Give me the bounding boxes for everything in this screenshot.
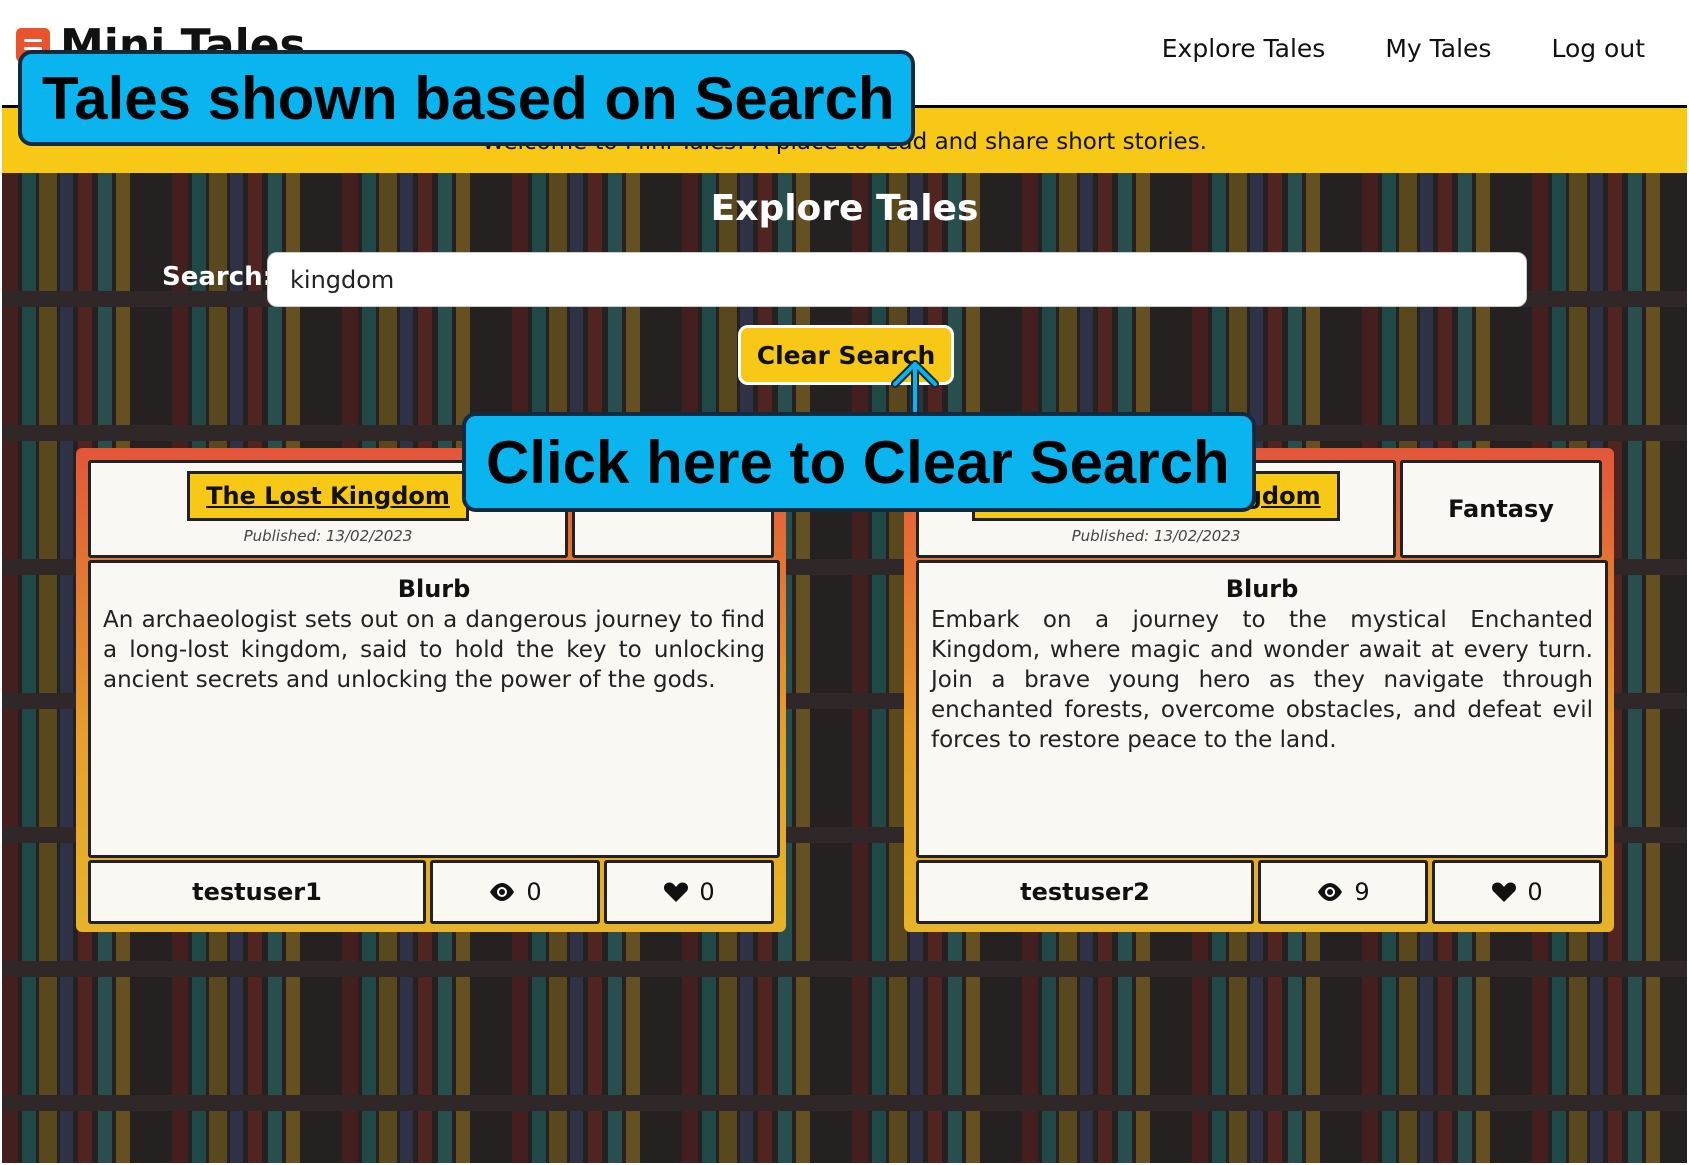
likes-count: 0: [1527, 878, 1543, 906]
callout-clear-search: Click here to Clear Search: [462, 412, 1256, 512]
views-count: 0: [526, 878, 542, 906]
search-input[interactable]: [267, 252, 1527, 307]
heart-icon[interactable]: [1491, 881, 1517, 903]
eye-icon: [1316, 882, 1344, 902]
main-nav: Explore Tales My Tales Log out: [1162, 34, 1645, 63]
views-count: 9: [1354, 878, 1370, 906]
nav-explore-tales[interactable]: Explore Tales: [1162, 34, 1326, 63]
tale-card: The Lost Kingdom Published: 13/02/2023 B…: [76, 448, 786, 932]
nav-log-out[interactable]: Log out: [1551, 34, 1645, 63]
blurb-text: Embark on a journey to the mystical Ench…: [931, 607, 1593, 753]
tale-blurb: Blurb Embark on a journey to the mystica…: [916, 560, 1608, 858]
arrow-up-icon: [891, 360, 939, 414]
blurb-heading: Blurb: [397, 575, 471, 603]
app-window: Mini Tales Explore Tales My Tales Log ou…: [2, 2, 1687, 1163]
page-title: Explore Tales: [710, 188, 979, 229]
tale-likes[interactable]: 0: [1432, 860, 1602, 924]
blurb-text: An archaeologist sets out on a dangerous…: [103, 607, 765, 693]
tale-views: 9: [1258, 860, 1428, 924]
search-label: Search:: [162, 262, 274, 292]
tale-views: 0: [430, 860, 600, 924]
tale-card: The Enchanted Kingdom Published: 13/02/2…: [904, 448, 1614, 932]
blurb-heading: Blurb: [1225, 575, 1299, 603]
likes-count: 0: [699, 878, 715, 906]
callout-search-results: Tales shown based on Search: [18, 50, 915, 146]
tale-author[interactable]: testuser1: [88, 860, 426, 924]
nav-my-tales[interactable]: My Tales: [1385, 34, 1491, 63]
heart-icon[interactable]: [663, 881, 689, 903]
tale-likes[interactable]: 0: [604, 860, 774, 924]
tale-published-date: Published: 13/02/2023: [1071, 527, 1241, 545]
tale-blurb: Blurb An archaeologist sets out on a dan…: [88, 560, 780, 858]
eye-icon: [488, 882, 516, 902]
tale-author[interactable]: testuser2: [916, 860, 1254, 924]
tale-genre: Fantasy: [1400, 460, 1602, 558]
tale-published-date: Published: 13/02/2023: [243, 527, 413, 545]
tale-title-link[interactable]: The Lost Kingdom: [187, 471, 469, 521]
